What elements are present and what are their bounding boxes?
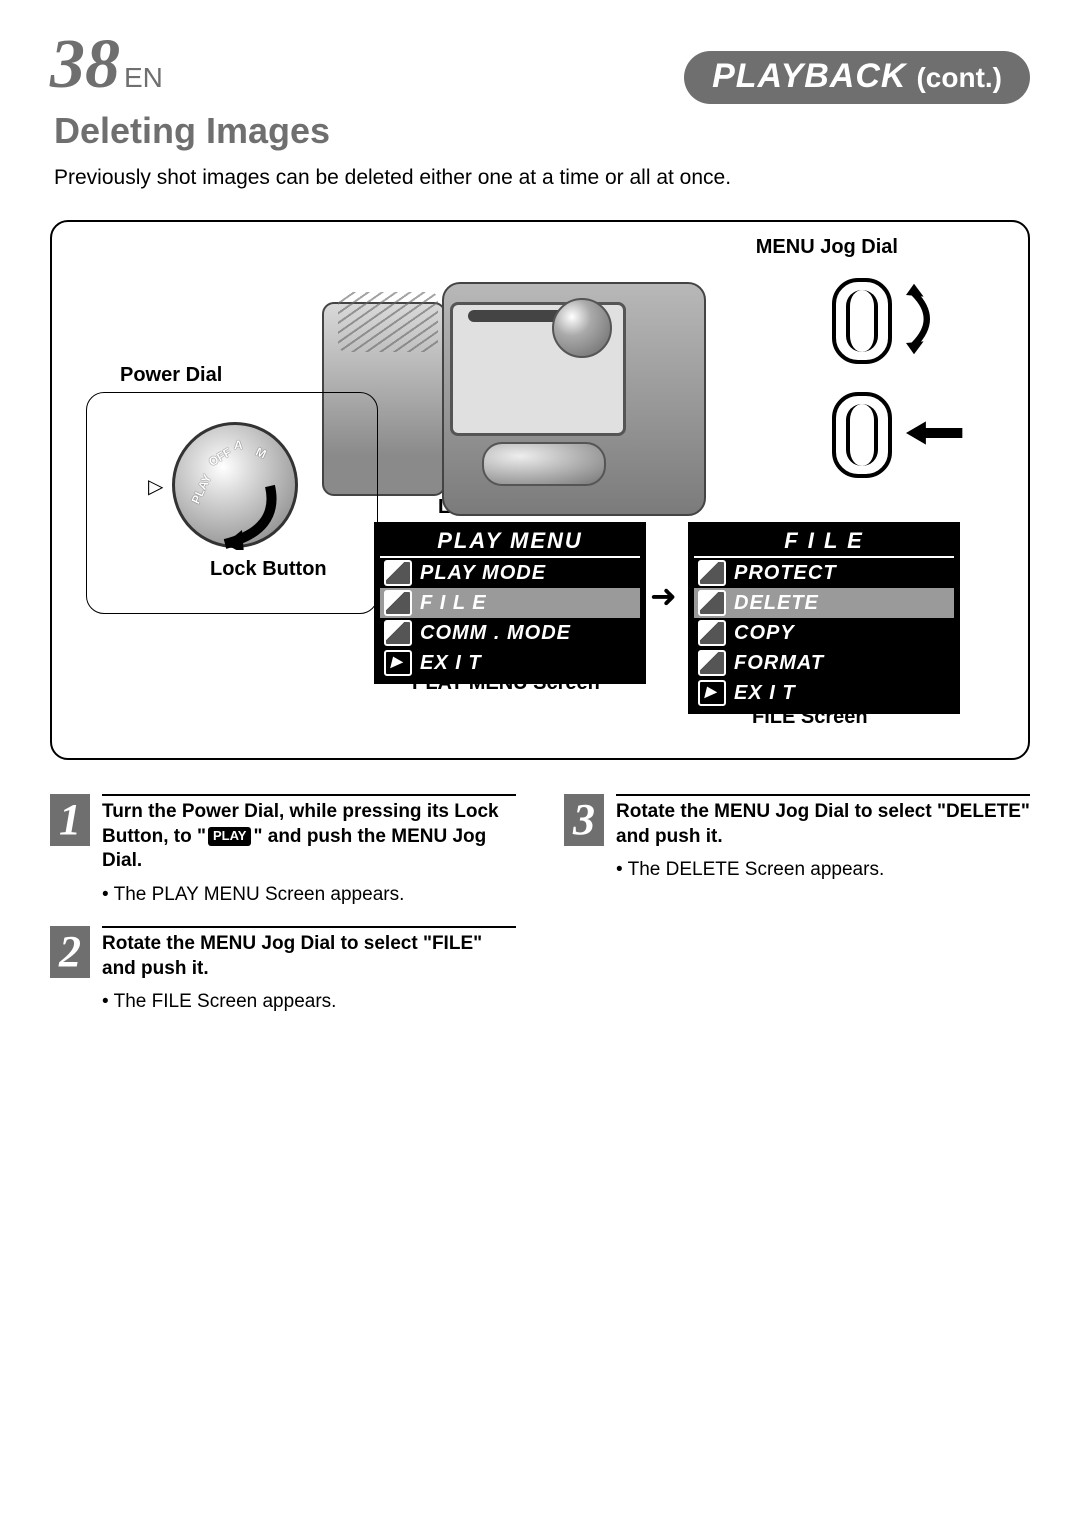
exit-icon (384, 650, 412, 676)
jog-wheel-icon (832, 392, 892, 478)
section-cont: (cont.) (916, 62, 1002, 94)
step-number: 3 (564, 794, 604, 846)
menu-item-icon (698, 620, 726, 646)
menu-item-icon (698, 590, 726, 616)
jog-wheel-icon (832, 278, 892, 364)
steps-left-column: 1 Turn the Power Dial, while pressing it… (50, 794, 516, 1033)
menu-item-label: EX I T (734, 682, 796, 705)
menu-row-play-mode: PLAY MODE (380, 558, 640, 588)
menu-row-exit: EX I T (694, 678, 954, 708)
label-lcd-monitor: LCD monitor (438, 496, 559, 519)
menu-row-protect: PROTECT (694, 558, 954, 588)
page-number: 38 (50, 26, 120, 103)
dial-marker-icon: ▷ (148, 474, 163, 499)
menu-item-icon (698, 560, 726, 586)
menu-item-label: COMM . MODE (420, 622, 571, 645)
file-menu-screen: F I L E PROTECT DELETE COPY FORMAT EX I … (688, 522, 960, 714)
camera-illustration (322, 272, 712, 532)
play-menu-title: PLAY MENU (380, 528, 640, 558)
intro-text: Previously shot images can be deleted ei… (54, 166, 1030, 190)
menu-item-icon (384, 560, 412, 586)
step-3: 3 Rotate the MENU Jog Dial to select "DE… (564, 794, 1030, 881)
menu-item-icon (384, 590, 412, 616)
file-menu-title: F I L E (694, 528, 954, 558)
menu-transition-arrow-icon: ➜ (650, 577, 677, 615)
step-bullet: The DELETE Screen appears. (616, 859, 1030, 881)
step-title: Turn the Power Dial, while pressing its … (102, 800, 516, 874)
power-dial-illustration: ▷ PLAY OFF A M (172, 422, 292, 542)
jog-rotate-arrow-icon (906, 279, 946, 364)
menu-row-file: F I L E (380, 588, 640, 618)
section-pill: PLAYBACK (cont.) (684, 51, 1030, 104)
section-title: Deleting Images (54, 110, 1030, 152)
step-body: Turn the Power Dial, while pressing its … (102, 794, 516, 906)
menu-item-label: PLAY MODE (420, 562, 546, 585)
menu-item-icon (384, 620, 412, 646)
page-header: 38EN PLAYBACK (cont.) (50, 30, 1030, 104)
step-bullet: The FILE Screen appears. (102, 991, 516, 1013)
jog-push (832, 392, 992, 478)
menu-row-comm-mode: COMM . MODE (380, 618, 640, 648)
menu-row-format: FORMAT (694, 648, 954, 678)
step-number: 1 (50, 794, 90, 846)
jog-push-arrow-icon (906, 418, 964, 453)
menu-item-label: COPY (734, 622, 795, 645)
step-number: 2 (50, 926, 90, 978)
page-number-block: 38EN (50, 30, 163, 100)
play-menu-screen: PLAY MENU PLAY MODE F I L E COMM . MODE … (374, 522, 646, 684)
exit-icon (698, 680, 726, 706)
step-1: 1 Turn the Power Dial, while pressing it… (50, 794, 516, 906)
menu-row-delete: DELETE (694, 588, 954, 618)
diagram-box: MENU Jog Dial Power Dial Lock Button LCD… (50, 220, 1030, 760)
label-menu-jog-dial: MENU Jog Dial (756, 236, 898, 259)
step-2: 2 Rotate the MENU Jog Dial to select "FI… (50, 926, 516, 1013)
step-title: Rotate the MENU Jog Dial to select "DELE… (616, 800, 1030, 849)
menu-item-label: DELETE (734, 592, 819, 615)
menu-item-label: F I L E (420, 592, 487, 615)
menu-item-label: FORMAT (734, 652, 824, 675)
dial-option-a: A (234, 438, 243, 452)
step-bullet: The PLAY MENU Screen appears. (102, 884, 516, 906)
step-title: Rotate the MENU Jog Dial to select "FILE… (102, 932, 516, 981)
play-badge: PLAY (208, 827, 251, 846)
menu-row-copy: COPY (694, 618, 954, 648)
jog-dial-illustrations (832, 278, 992, 506)
menu-item-label: PROTECT (734, 562, 837, 585)
menu-item-icon (698, 650, 726, 676)
steps-right-column: 3 Rotate the MENU Jog Dial to select "DE… (564, 794, 1030, 1033)
step-body: Rotate the MENU Jog Dial to select "FILE… (102, 926, 516, 1013)
jog-rotate (832, 278, 992, 364)
menu-row-exit: EX I T (380, 648, 640, 678)
menu-item-label: EX I T (420, 652, 482, 675)
manual-page: 38EN PLAYBACK (cont.) Deleting Images Pr… (0, 0, 1080, 1533)
label-power-dial: Power Dial (120, 364, 222, 387)
section-name: PLAYBACK (712, 57, 906, 96)
steps: 1 Turn the Power Dial, while pressing it… (50, 794, 1030, 1033)
page-lang: EN (124, 62, 163, 93)
step-body: Rotate the MENU Jog Dial to select "DELE… (616, 794, 1030, 881)
